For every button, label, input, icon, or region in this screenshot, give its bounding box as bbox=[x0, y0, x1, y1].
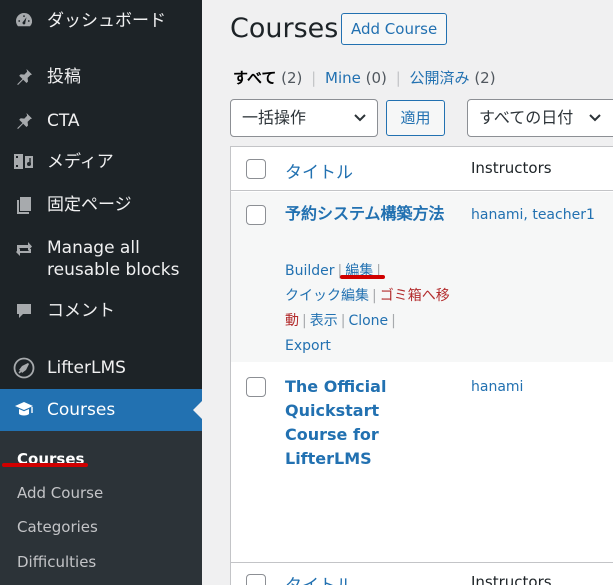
add-course-button[interactable]: Add Course bbox=[341, 13, 448, 45]
action-export[interactable]: Export bbox=[285, 338, 331, 354]
table-footer: タイトル Instructors bbox=[231, 562, 613, 585]
course-title-link[interactable]: 予約システム構築方法 bbox=[285, 202, 455, 226]
menu-label: 固定ページ bbox=[47, 195, 132, 215]
row-checkbox[interactable] bbox=[246, 377, 266, 397]
action-quick-edit[interactable]: クイック編集 bbox=[285, 288, 369, 304]
menu-lifterlms[interactable]: LifterLMS bbox=[0, 357, 202, 379]
media-icon bbox=[11, 151, 37, 173]
filter-all[interactable]: すべて bbox=[233, 69, 276, 87]
action-separator: | bbox=[391, 313, 396, 329]
filter-separator: | bbox=[395, 69, 401, 87]
menu-pages[interactable]: 固定ページ bbox=[0, 194, 202, 216]
chevron-down-icon bbox=[353, 100, 367, 136]
column-title[interactable]: タイトル bbox=[285, 158, 353, 183]
admin-sidebar: ダッシュボード 投稿 CTA メディア 固定ページ Manage all reu… bbox=[0, 0, 202, 585]
table-header: タイトル Instructors bbox=[231, 147, 613, 191]
action-clone[interactable]: Clone bbox=[348, 313, 388, 329]
row-actions: Builder | 編集 | クイック編集 | ゴミ箱へ移動 | 表示 | Clone | Expo… bbox=[285, 259, 455, 359]
date-filter-value: すべての日付 bbox=[479, 108, 574, 127]
action-separator: | bbox=[372, 288, 377, 304]
bulk-action-value: 一括操作 bbox=[242, 108, 307, 127]
filter-all-count: (2) bbox=[281, 69, 303, 87]
menu-label: コメント bbox=[47, 301, 115, 321]
action-view[interactable]: 表示 bbox=[310, 313, 338, 329]
apply-button[interactable]: 適用 bbox=[386, 100, 445, 136]
main-content: Courses Add Course すべて (2) | Mine (0) | … bbox=[202, 0, 613, 585]
menu-label: Manage all reusable blocks bbox=[47, 238, 180, 280]
menu-label: LifterLMS bbox=[47, 358, 126, 378]
submenu-difficulties[interactable]: Difficulties bbox=[17, 552, 96, 572]
chevron-down-icon bbox=[588, 100, 602, 136]
page-title: Courses bbox=[230, 13, 339, 44]
date-filter-select[interactable]: すべての日付 bbox=[467, 99, 613, 137]
menu-posts[interactable]: 投稿 bbox=[0, 66, 202, 88]
pin-icon bbox=[11, 66, 37, 88]
annotation-underline-edit bbox=[340, 275, 385, 279]
courses-submenu: Courses Add Course Categories Difficulti… bbox=[0, 431, 202, 585]
menu-media[interactable]: メディア bbox=[0, 151, 202, 173]
reusable-blocks-icon bbox=[11, 237, 37, 259]
row-checkbox[interactable] bbox=[246, 205, 266, 225]
menu-label: CTA bbox=[47, 111, 80, 131]
column-title-footer[interactable]: タイトル bbox=[285, 571, 353, 585]
course-title-link[interactable]: The Official Quickstart Course for Lifte… bbox=[285, 375, 445, 471]
filter-published[interactable]: 公開済み bbox=[410, 69, 470, 87]
course-instructors[interactable]: hanami bbox=[471, 377, 523, 397]
current-menu-arrow bbox=[193, 401, 202, 419]
action-separator: | bbox=[340, 313, 346, 329]
courses-table: タイトル Instructors 予約システム構築方法 hanami, teac… bbox=[230, 146, 613, 585]
column-instructors-footer: Instructors bbox=[471, 573, 552, 585]
filter-mine-count: (0) bbox=[365, 69, 387, 87]
filter-published-count: (2) bbox=[474, 69, 496, 87]
menu-cta[interactable]: CTA bbox=[0, 110, 202, 132]
bulk-action-select[interactable]: 一括操作 bbox=[230, 99, 378, 137]
menu-comments[interactable]: コメント bbox=[0, 300, 202, 322]
page-icon bbox=[11, 194, 37, 216]
menu-label: ダッシュボード bbox=[47, 11, 166, 31]
select-all-checkbox[interactable] bbox=[246, 159, 266, 179]
menu-dashboard[interactable]: ダッシュボード bbox=[0, 10, 202, 32]
rocket-icon bbox=[11, 357, 37, 379]
menu-label: Courses bbox=[47, 400, 116, 420]
menu-label: メディア bbox=[47, 152, 114, 172]
menu-courses[interactable]: Courses bbox=[0, 389, 202, 431]
column-instructors: Instructors bbox=[471, 159, 552, 177]
select-all-checkbox-footer[interactable] bbox=[246, 574, 266, 585]
menu-label: 投稿 bbox=[47, 67, 81, 87]
annotation-underline bbox=[2, 463, 88, 467]
table-row: The Official Quickstart Course for Lifte… bbox=[231, 362, 613, 562]
dashboard-icon bbox=[11, 10, 37, 32]
submenu-add-course[interactable]: Add Course bbox=[17, 483, 103, 503]
pin-icon bbox=[11, 110, 37, 132]
action-builder[interactable]: Builder bbox=[285, 263, 335, 279]
menu-reusable-blocks[interactable]: Manage all reusable blocks bbox=[0, 237, 202, 281]
filter-mine[interactable]: Mine bbox=[325, 69, 361, 87]
table-row: 予約システム構築方法 hanami, teacher1 Builder | 編集 | … bbox=[231, 192, 613, 362]
graduation-cap-icon bbox=[11, 399, 37, 421]
submenu-categories[interactable]: Categories bbox=[17, 517, 98, 537]
action-separator: | bbox=[302, 313, 307, 329]
status-filters: すべて (2) | Mine (0) | 公開済み (2) bbox=[233, 68, 496, 88]
comment-icon bbox=[11, 300, 37, 322]
filter-separator: | bbox=[311, 69, 317, 87]
course-instructors[interactable]: hanami, teacher1 bbox=[471, 205, 595, 225]
